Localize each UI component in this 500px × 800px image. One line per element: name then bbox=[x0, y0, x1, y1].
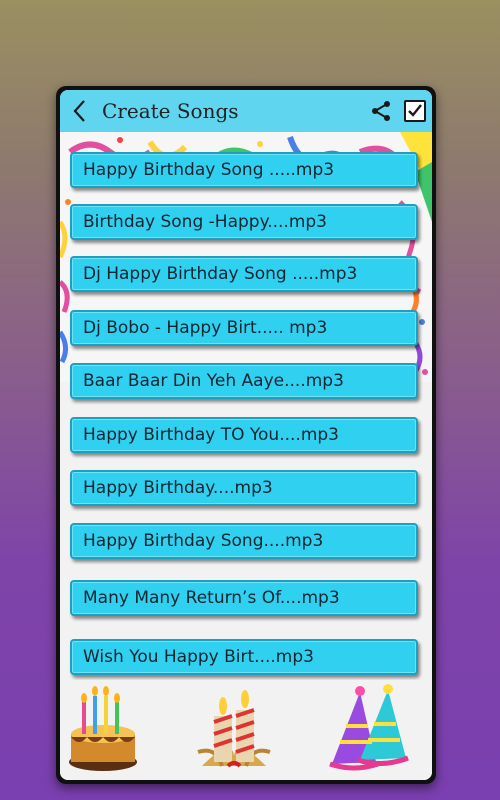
song-item-4[interactable]: Dj Bobo - Happy Birt..... mp3 bbox=[70, 310, 418, 346]
app-header: Create Songs bbox=[60, 90, 432, 132]
song-list-card: Create Songs Happy Birthday Song .....mp… bbox=[56, 86, 436, 784]
song-item-1[interactable]: Happy Birthday Song .....mp3 bbox=[70, 152, 418, 188]
share-button[interactable] bbox=[364, 90, 398, 132]
back-button[interactable] bbox=[60, 90, 100, 132]
candles-icon[interactable] bbox=[192, 682, 276, 778]
select-all-button[interactable] bbox=[398, 90, 432, 132]
checkbox-checked-icon bbox=[404, 100, 426, 122]
share-icon bbox=[372, 101, 390, 121]
song-item-8[interactable]: Happy Birthday Song....mp3 bbox=[70, 523, 418, 559]
party-hats-icon[interactable] bbox=[322, 682, 414, 778]
song-item-7[interactable]: Happy Birthday....mp3 bbox=[70, 470, 418, 506]
chevron-left-icon bbox=[73, 100, 85, 122]
page-title: Create Songs bbox=[102, 99, 239, 123]
footer-bar bbox=[60, 680, 432, 780]
song-item-5[interactable]: Baar Baar Din Yeh Aaye....mp3 bbox=[70, 363, 418, 399]
card-inner: Create Songs Happy Birthday Song .....mp… bbox=[60, 90, 432, 780]
song-item-2[interactable]: Birthday Song -Happy....mp3 bbox=[70, 204, 418, 240]
song-item-9[interactable]: Many Many Return’s Of....mp3 bbox=[70, 580, 418, 616]
song-item-3[interactable]: Dj Happy Birthday Song .....mp3 bbox=[70, 256, 418, 292]
birthday-cake-icon[interactable] bbox=[66, 682, 140, 778]
song-item-6[interactable]: Happy Birthday TO You....mp3 bbox=[70, 417, 418, 453]
song-item-10[interactable]: Wish You Happy Birt....mp3 bbox=[70, 639, 418, 675]
